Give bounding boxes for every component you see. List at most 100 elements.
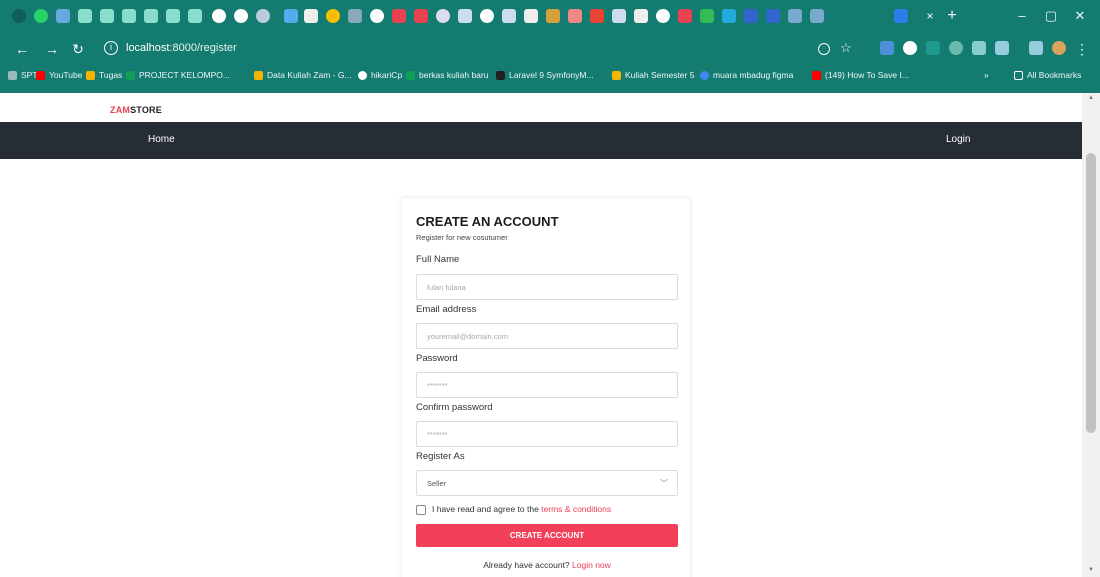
- tab-icon[interactable]: [722, 9, 736, 23]
- tab-icon[interactable]: [256, 9, 270, 23]
- tab-icon[interactable]: [788, 9, 802, 23]
- tab-icon[interactable]: [634, 9, 648, 23]
- drive-icon: [612, 70, 621, 80]
- tab-icon[interactable]: [348, 9, 362, 23]
- tab-icon[interactable]: [100, 9, 114, 23]
- tab-gmail-icon[interactable]: [590, 9, 604, 23]
- bookmark-item[interactable]: SPT: [8, 70, 38, 80]
- new-tab-button[interactable]: +: [943, 6, 961, 26]
- tab-icon[interactable]: [56, 9, 70, 23]
- forward-icon[interactable]: →: [44, 41, 60, 57]
- tab-icon[interactable]: [810, 9, 824, 23]
- tab-zam-icon[interactable]: [678, 9, 692, 23]
- confirm-password-input[interactable]: [416, 421, 678, 447]
- scrollbar-thumb[interactable]: [1086, 153, 1096, 433]
- tab-chrome-icon[interactable]: [234, 9, 248, 23]
- bookmark-item[interactable]: berkas kuliah baru: [406, 70, 488, 80]
- site-info-icon[interactable]: i: [104, 41, 118, 55]
- tab-search-icon[interactable]: [12, 9, 26, 23]
- zoom-icon[interactable]: [818, 43, 830, 55]
- bookmark-item[interactable]: (149) How To Save I...: [812, 70, 909, 80]
- github-icon: [358, 70, 367, 80]
- tab-icon[interactable]: [744, 9, 758, 23]
- tab-chrome-icon[interactable]: [212, 9, 226, 23]
- login-prompt-text: Already have account?: [483, 560, 573, 570]
- tab-icon[interactable]: [502, 9, 516, 23]
- extension-icon[interactable]: [926, 41, 940, 55]
- bookmark-star-icon[interactable]: ☆: [840, 40, 852, 56]
- bookmark-item[interactable]: Data Kuliah Zam - G...: [254, 70, 352, 80]
- tab-chrome-icon[interactable]: [656, 9, 670, 23]
- register-as-select[interactable]: Seller ﹀: [416, 470, 678, 496]
- tab-audio-icon[interactable]: [304, 9, 318, 23]
- bookmark-item[interactable]: PROJECT KELOMPO...: [126, 70, 230, 80]
- tab-strip: × + – ▢ ✕: [0, 0, 1100, 34]
- nav-login-link[interactable]: Login: [946, 134, 970, 145]
- tab-icon[interactable]: [458, 9, 472, 23]
- minimize-button[interactable]: –: [1014, 8, 1030, 24]
- email-input[interactable]: [416, 323, 678, 349]
- extension-icon[interactable]: [880, 41, 894, 55]
- tab-icon[interactable]: [546, 9, 560, 23]
- restore-button[interactable]: ▢: [1043, 8, 1059, 24]
- extensions-puzzle-icon[interactable]: [995, 41, 1009, 55]
- bookmark-item[interactable]: muara mbadug figma: [700, 70, 793, 80]
- tab-icon[interactable]: [188, 9, 202, 23]
- address-bar-row: ← → ↻ i localhost:8000/register ☆ ⋮: [0, 34, 1100, 64]
- tab-icon[interactable]: [78, 9, 92, 23]
- bookmarks-overflow-button[interactable]: »: [984, 70, 989, 80]
- password-input[interactable]: [416, 372, 678, 398]
- email-label: Email address: [416, 304, 477, 315]
- scroll-up-icon[interactable]: ▲: [1086, 95, 1096, 101]
- tab-icon[interactable]: [144, 9, 158, 23]
- all-bookmarks-button[interactable]: All Bookmarks: [1014, 70, 1081, 80]
- login-now-link[interactable]: Login now: [572, 560, 611, 570]
- bookmark-item[interactable]: Laravel 9 SymfonyM...: [496, 70, 594, 80]
- tab-icon[interactable]: [766, 9, 780, 23]
- tab-icon[interactable]: [700, 9, 714, 23]
- extension-icon[interactable]: [903, 41, 917, 55]
- reading-list-icon[interactable]: [1029, 41, 1043, 55]
- close-window-button[interactable]: ✕: [1072, 8, 1088, 24]
- create-account-button[interactable]: CREATE ACCOUNT: [416, 524, 678, 547]
- address-bar[interactable]: i localhost:8000/register ☆: [96, 38, 866, 60]
- tab-icon[interactable]: [284, 9, 298, 23]
- drive-icon: [406, 70, 415, 80]
- tab-icon[interactable]: [122, 9, 136, 23]
- profile-avatar[interactable]: [1052, 41, 1066, 55]
- tab-icon[interactable]: [436, 9, 450, 23]
- bookmark-item[interactable]: hikariCp: [358, 70, 402, 80]
- form-title: CREATE AN ACCOUNT: [416, 214, 559, 229]
- tab-maps-icon[interactable]: [326, 9, 340, 23]
- bookmark-item[interactable]: YouTube: [36, 70, 82, 80]
- tab-icon[interactable]: [480, 9, 494, 23]
- tab-icon[interactable]: [612, 9, 626, 23]
- reload-icon[interactable]: ↻: [70, 41, 86, 57]
- tab-whatsapp-icon[interactable]: [34, 9, 48, 23]
- tab-icon[interactable]: [524, 9, 538, 23]
- bookmark-item[interactable]: Tugas: [86, 70, 122, 80]
- extension-icon[interactable]: [949, 41, 963, 55]
- register-card: CREATE AN ACCOUNT Register for new cosut…: [401, 197, 691, 577]
- nav-home-link[interactable]: Home: [148, 134, 175, 145]
- full-name-input[interactable]: [416, 274, 678, 300]
- bookmark-label: YouTube: [49, 70, 83, 80]
- bookmark-item[interactable]: Kuliah Semester 5: [612, 70, 694, 80]
- login-prompt: Already have account? Login now: [402, 560, 692, 570]
- tab-zam-icon[interactable]: [414, 9, 428, 23]
- tab-chrome-icon[interactable]: [370, 9, 384, 23]
- bookmark-label: Tugas: [99, 70, 123, 80]
- scroll-down-icon[interactable]: ▼: [1086, 567, 1096, 573]
- brand-logo[interactable]: ZAMSTORE: [110, 105, 162, 115]
- page-scrollbar[interactable]: ▲ ▼: [1082, 93, 1100, 577]
- terms-link[interactable]: terms & conditions: [541, 504, 611, 514]
- tab-close-icon[interactable]: ×: [922, 8, 938, 24]
- tab-icon[interactable]: [568, 9, 582, 23]
- back-icon[interactable]: ←: [14, 41, 30, 57]
- terms-checkbox[interactable]: [416, 505, 426, 515]
- tab-icon[interactable]: [166, 9, 180, 23]
- menu-icon[interactable]: ⋮: [1074, 41, 1090, 57]
- extension-icon[interactable]: [972, 41, 986, 55]
- tab-zam-icon[interactable]: [392, 9, 406, 23]
- page-content: ZAMSTORE Home Login CREATE AN ACCOUNT Re…: [0, 93, 1082, 577]
